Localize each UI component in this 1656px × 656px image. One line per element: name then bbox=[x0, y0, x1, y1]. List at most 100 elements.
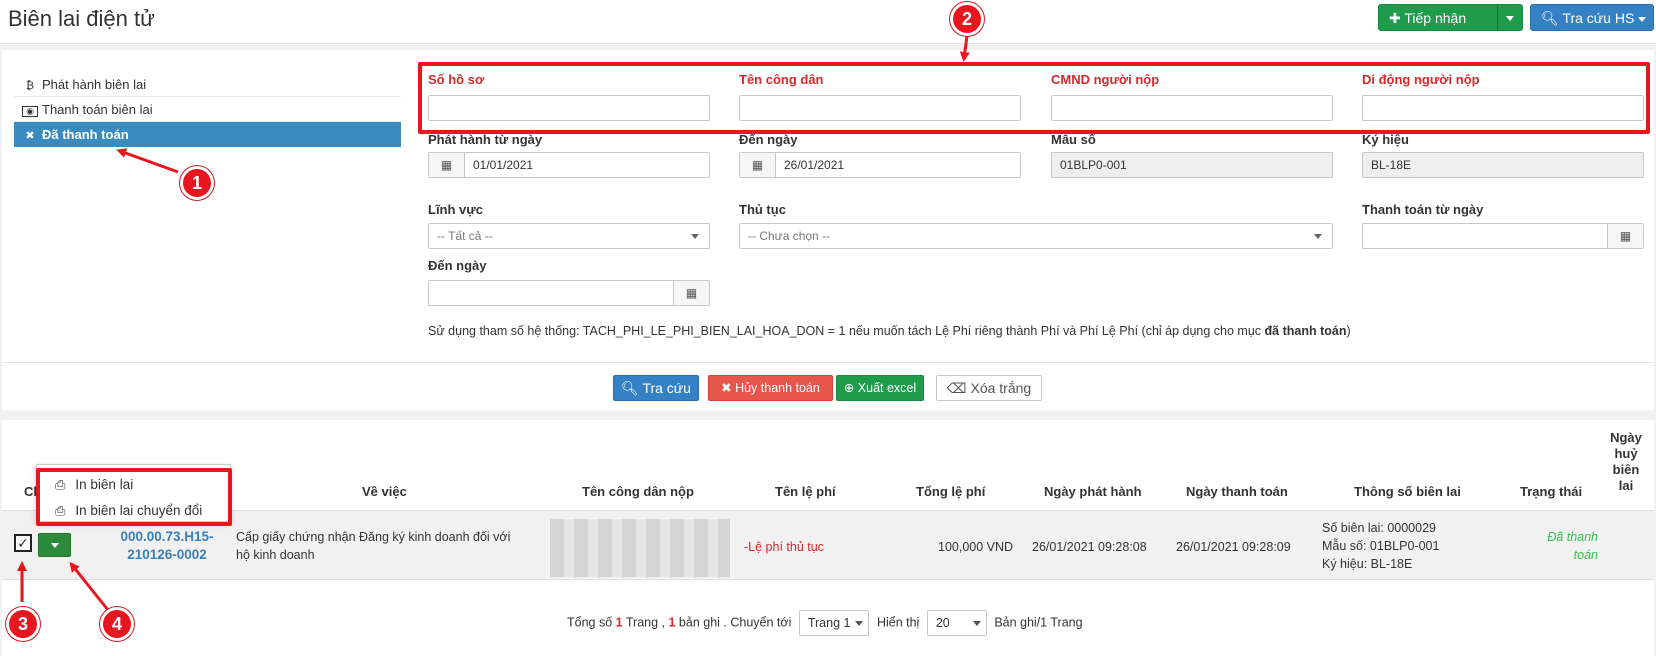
calendar-icon[interactable]: ▦ bbox=[673, 281, 709, 305]
phat-hanh-tu-input[interactable]: ▦ 01/01/2021 bbox=[428, 152, 710, 178]
export-excel-button[interactable]: ⊕ Xuất excel bbox=[836, 375, 924, 401]
table-row: ✓ 000.00.73.H15- 210126-0002 Cấp giấy ch… bbox=[2, 510, 1654, 580]
ma-ho-so-link[interactable]: 000.00.73.H15- 210126-0002 bbox=[92, 528, 242, 564]
thanh-toan-tu-input[interactable]: ▦ bbox=[1362, 223, 1644, 249]
annotation-badge-2: 2 bbox=[950, 2, 984, 36]
money-icon: ◉ bbox=[22, 106, 38, 117]
pagination: Tổng số 1 Trang , 1 bản ghi . Chuyển tới… bbox=[567, 610, 1083, 636]
annotation-badge-1: 1 bbox=[180, 166, 214, 200]
page-title: Biên lai điện tử bbox=[8, 6, 155, 31]
per-page-select[interactable]: 20 bbox=[926, 610, 987, 636]
status-line: toán bbox=[1573, 548, 1598, 562]
ngay-phat-hanh-cell: 26/01/2021 09:28:08 bbox=[1032, 540, 1147, 554]
col-header-thong-so: Thông số biên lai bbox=[1354, 484, 1461, 499]
caret-down-icon bbox=[691, 234, 699, 239]
den-ngay-2-label: Đến ngày bbox=[428, 258, 487, 273]
ve-viec-line: hộ kinh doanh bbox=[236, 548, 315, 562]
den-ngay-value: 26/01/2021 bbox=[784, 158, 845, 172]
pager-pages-label: Trang , bbox=[625, 615, 665, 630]
search-icon: 🔍︎ bbox=[621, 380, 639, 396]
note-bold: đã thanh toán bbox=[1264, 324, 1347, 338]
blurred-citizen-name bbox=[550, 519, 730, 577]
x-icon: ✖ bbox=[25, 130, 35, 142]
sidebar-item-label: Phát hành biên lai bbox=[42, 77, 147, 92]
annotation-badge-4: 4 bbox=[100, 607, 134, 641]
calendar-icon[interactable]: ▦ bbox=[1607, 224, 1643, 248]
export-excel-label: Xuất excel bbox=[857, 381, 917, 395]
thanh-toan-tu-label: Thanh toán từ ngày bbox=[1362, 202, 1484, 217]
clear-button[interactable]: ⌫ Xóa trắng bbox=[936, 375, 1042, 401]
calendar-icon[interactable]: ▦ bbox=[429, 153, 465, 177]
linh-vuc-value: -- Tất cả -- bbox=[437, 229, 493, 243]
pager-suffix: Bản ghi/1 Trang bbox=[994, 615, 1083, 630]
den-ngay-2-input[interactable]: ▦ bbox=[428, 280, 710, 306]
thu-tuc-label: Thủ tục bbox=[739, 202, 786, 217]
sidebar-item-label: Thanh toán biên lai bbox=[42, 102, 153, 117]
cancel-payment-button[interactable]: ✖ Hủy thanh toán bbox=[708, 375, 833, 401]
header-line: biên bbox=[1612, 462, 1640, 477]
results-panel: Ch Về việc Tên công dân nộp Tên lệ phí T… bbox=[2, 420, 1654, 656]
sidebar-item-phat-hanh[interactable]: ₿ Phát hành biên lai bbox=[14, 72, 401, 97]
page-select[interactable]: Trang 1 bbox=[798, 610, 870, 636]
sidebar-item-thanh-toan[interactable]: ◉ Thanh toán biên lai bbox=[14, 97, 401, 122]
phat-hanh-tu-label: Phát hành từ ngày bbox=[428, 132, 543, 147]
col-header-ngay-huy: Ngày huỷ biên lai bbox=[1606, 430, 1646, 494]
pager-page-count: 1 bbox=[615, 615, 623, 630]
ve-viec-cell: Cấp giấy chứng nhận Đăng ký kinh doanh đ… bbox=[236, 528, 546, 564]
header-line: huỷ bbox=[1614, 446, 1638, 461]
col-header-ten-cong-dan: Tên công dân nộp bbox=[582, 484, 694, 499]
phat-hanh-tu-value: 01/01/2021 bbox=[473, 158, 534, 172]
header-line: Ngày bbox=[1610, 430, 1642, 445]
ngay-thanh-toan-cell: 26/01/2021 09:28:09 bbox=[1176, 540, 1291, 554]
col-header-tong-le-phi: Tổng lệ phí bbox=[916, 484, 986, 499]
bitcoin-icon: ₿ bbox=[25, 80, 35, 92]
annotation-box-filters bbox=[418, 62, 1650, 134]
note-text: Sử dụng tham số hệ thống: TACH_PHI_LE_PH… bbox=[428, 324, 1265, 338]
receive-label: Tiếp nhận bbox=[1404, 10, 1467, 26]
plus-icon: ✚ bbox=[1389, 10, 1401, 26]
den-ngay-input[interactable]: ▦ 26/01/2021 bbox=[739, 152, 1021, 178]
ky-hieu-input[interactable]: BL-18E bbox=[1362, 152, 1644, 178]
calendar-icon[interactable]: ▦ bbox=[740, 153, 776, 177]
row-checkbox[interactable]: ✓ bbox=[14, 534, 32, 552]
tong-le-phi-cell: 100,000 VND bbox=[938, 540, 1014, 554]
pager-record-count: 1 bbox=[668, 615, 676, 630]
caret-down-icon bbox=[1314, 234, 1322, 239]
lookup-hs-label: Tra cứu HS bbox=[1562, 10, 1635, 26]
linh-vuc-select[interactable]: -- Tất cả -- bbox=[428, 223, 710, 249]
sidebar-item-da-thanh-toan[interactable]: ✖ Đã thanh toán bbox=[14, 122, 401, 147]
ten-le-phi-cell: -Lệ phí thủ tục bbox=[744, 540, 824, 554]
col-header-trang-thai: Trạng thái bbox=[1520, 484, 1583, 499]
header-line: lai bbox=[1618, 478, 1634, 493]
page: Biên lai điện tử ✚ Tiếp nhận 🔍︎ Tra cứu … bbox=[0, 0, 1656, 656]
receive-button[interactable]: ✚ Tiếp nhận bbox=[1378, 4, 1498, 31]
ve-viec-line: Cấp giấy chứng nhận Đăng ký kinh doanh đ… bbox=[236, 530, 511, 544]
thu-tuc-select[interactable]: -- Chưa chọn -- bbox=[739, 223, 1333, 249]
pager-show-label: Hiển thị bbox=[876, 615, 920, 630]
mau-so-input[interactable]: 01BLP0-001 bbox=[1051, 152, 1333, 178]
sidebar-item-label: Đã thanh toán bbox=[42, 127, 129, 142]
mau-so-label: Mẫu số bbox=[1051, 132, 1096, 147]
receive-dropdown-toggle[interactable] bbox=[1497, 4, 1523, 31]
ma-hs-line: 210126-0002 bbox=[127, 547, 207, 562]
den-ngay-label: Đến ngày bbox=[739, 132, 798, 147]
cancel-payment-label: Hủy thanh toán bbox=[735, 381, 820, 395]
row-action-dropdown-button[interactable] bbox=[38, 533, 71, 557]
ky-hieu-label: Ký hiệu bbox=[1362, 132, 1409, 147]
thong-so-line: Ký hiệu: BL-18E bbox=[1322, 557, 1413, 571]
x-icon: ✖ bbox=[721, 381, 732, 395]
search-label: Tra cứu bbox=[642, 380, 691, 396]
col-header-ten-le-phi: Tên lệ phí bbox=[775, 484, 836, 499]
header-bar: Biên lai điện tử ✚ Tiếp nhận 🔍︎ Tra cứu … bbox=[0, 0, 1656, 44]
search-button[interactable]: 🔍︎ Tra cứu bbox=[613, 375, 699, 401]
col-header-ngay-phat-hanh: Ngày phát hành bbox=[1044, 484, 1142, 499]
lookup-hs-button[interactable]: 🔍︎ Tra cứu HS bbox=[1530, 4, 1654, 31]
linh-vuc-label: Lĩnh vực bbox=[428, 202, 483, 217]
caret-down-icon bbox=[1638, 16, 1647, 22]
col-header-ve-viec: Về việc bbox=[362, 484, 407, 499]
note-end: ) bbox=[1346, 324, 1351, 338]
thong-so-line: Mẫu số: 01BLP0-001 bbox=[1322, 539, 1440, 553]
annotation-badge-3: 3 bbox=[6, 607, 40, 641]
pager-prefix: Tổng số bbox=[567, 615, 613, 630]
search-icon: 🔍︎ bbox=[1541, 10, 1559, 26]
